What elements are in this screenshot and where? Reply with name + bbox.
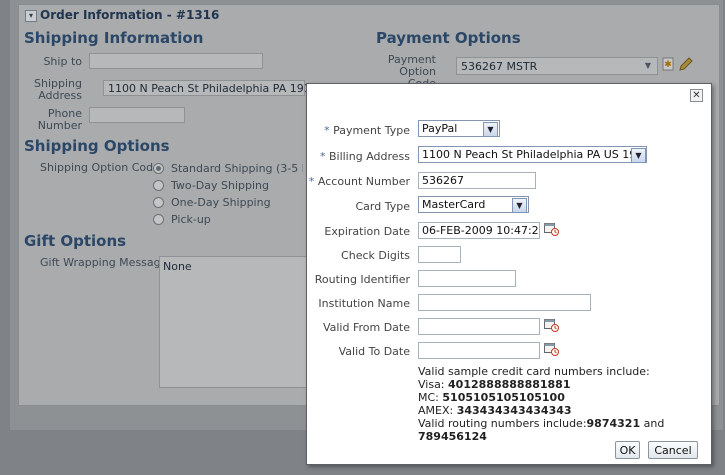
option-two-day-label: Two-Day Shipping: [171, 179, 270, 192]
dropdown-arrow-icon: ▼: [644, 61, 652, 70]
valid-from-input[interactable]: [418, 318, 540, 335]
phone-label-2: Number: [37, 119, 82, 132]
dropdown-arrow-icon[interactable]: ▼: [631, 148, 646, 163]
check-digits-input[interactable]: [418, 246, 461, 263]
gift-options-heading: Gift Options: [24, 232, 127, 250]
dropdown-arrow-icon[interactable]: ▼: [483, 122, 498, 137]
close-icon[interactable]: ✕: [690, 89, 703, 102]
shipping-option-code-label: Shipping Option Code: [40, 161, 160, 174]
radio-standard[interactable]: [153, 163, 164, 174]
gift-message-label: Gift Wrapping Message: [40, 256, 168, 269]
mc-number: 5105105105105100: [442, 391, 565, 404]
sample-numbers-note: Valid sample credit card numbers include…: [418, 365, 708, 443]
card-type-value: MasterCard: [422, 198, 486, 211]
routing-and: and: [643, 417, 665, 430]
routing-intro: Valid routing numbers include:: [418, 417, 587, 430]
payment-option-value: 536267 MSTR: [461, 60, 538, 73]
visa-number: 4012888888881881: [448, 378, 571, 391]
required-marker: *: [308, 175, 315, 188]
order-title: Order Information - #1316: [40, 8, 220, 22]
billing-address-label: * Billing Address: [307, 150, 410, 163]
valid-from-label: Valid From Date: [322, 321, 410, 334]
payment-type-value: PayPal: [422, 122, 458, 135]
valid-to-label: Valid To Date: [338, 345, 410, 358]
payment-option-select[interactable]: 536267 MSTR ▼: [456, 57, 658, 75]
shipping-heading: Shipping Information: [24, 29, 204, 47]
expiration-date-input[interactable]: 06-FEB-2009 10:47:21: [418, 222, 540, 239]
payment-dialog: ✕ * Payment Type PayPal ▼ * Billing Addr…: [306, 83, 712, 465]
visa-label: Visa:: [418, 378, 445, 391]
calendar-icon[interactable]: [544, 222, 559, 236]
expiration-date-label: Expiration Date: [324, 225, 410, 238]
billing-address-value: 1100 N Peach St Philadelphia PA US 19139: [422, 148, 647, 161]
billing-address-select[interactable]: 1100 N Peach St Philadelphia PA US 19139: [418, 146, 647, 163]
ok-button[interactable]: OK: [615, 441, 640, 459]
option-pickup-label: Pick-up: [171, 213, 211, 226]
edit-pencil-icon[interactable]: [677, 56, 693, 72]
option-standard-label: Standard Shipping (3-5 business days): [171, 162, 303, 175]
radio-two-day[interactable]: [153, 180, 164, 191]
radio-one-day[interactable]: [153, 197, 164, 208]
account-number-label: * Account Number: [307, 175, 410, 188]
cancel-button[interactable]: Cancel: [648, 441, 698, 459]
routing-identifier-label: Routing Identifier: [314, 273, 410, 286]
shipping-address-value: 1100 N Peach St Philadelphia PA 19139 US: [108, 82, 308, 95]
card-type-label: Card Type: [355, 200, 411, 213]
collapse-icon[interactable]: ▾: [25, 10, 37, 22]
note-mc: MC: 5105105105105100: [418, 391, 708, 404]
shipping-address-label-2: Address: [38, 89, 82, 102]
note-visa: Visa: 4012888888881881: [418, 378, 708, 391]
calendar-icon[interactable]: [544, 318, 559, 332]
amex-label: AMEX:: [418, 404, 454, 417]
check-digits-label: Check Digits: [341, 249, 410, 262]
add-icon[interactable]: ✱: [662, 56, 676, 72]
svg-text:✱: ✱: [664, 60, 672, 70]
phone-input[interactable]: [89, 107, 185, 123]
required-marker: *: [319, 150, 326, 163]
option-one-day-label: One-Day Shipping: [171, 196, 271, 209]
calendar-icon[interactable]: [544, 342, 559, 356]
gift-message-value: None: [163, 260, 192, 273]
account-number-label-text: Account Number: [317, 175, 410, 188]
expiration-date-value: 06-FEB-2009 10:47:21: [422, 224, 540, 237]
shipping-address-select[interactable]: 1100 N Peach St Philadelphia PA 19139 US: [103, 80, 308, 96]
gift-message-textarea[interactable]: None: [159, 256, 307, 388]
required-marker: *: [324, 124, 330, 137]
billing-address-label-text: Billing Address: [328, 150, 410, 163]
routing-number-1: 9874321: [586, 417, 641, 430]
shipping-options-heading: Shipping Options: [24, 137, 170, 155]
note-amex: AMEX: 343434343434343: [418, 404, 708, 417]
note-intro: Valid sample credit card numbers include…: [418, 365, 650, 378]
account-number-value: 536267: [422, 174, 464, 187]
routing-number-2: 789456124: [418, 430, 487, 443]
amex-number: 343434343434343: [456, 404, 572, 417]
radio-pickup[interactable]: [153, 214, 164, 225]
payment-type-label: * Payment Type: [307, 124, 410, 137]
payment-type-label-text: Payment Type: [333, 124, 410, 137]
institution-name-input[interactable]: [418, 294, 591, 311]
valid-to-input[interactable]: [418, 342, 540, 359]
routing-identifier-input[interactable]: [418, 270, 516, 287]
account-number-input[interactable]: 536267: [418, 172, 536, 189]
ship-to-label: Ship to: [43, 55, 82, 68]
mc-label: MC:: [418, 391, 439, 404]
dropdown-arrow-icon[interactable]: ▼: [512, 198, 527, 213]
ship-to-input[interactable]: [89, 53, 263, 69]
note-routing: Valid routing numbers include:9874321 an…: [418, 417, 708, 443]
payment-options-heading: Payment Options: [376, 29, 521, 47]
institution-name-label: Institution Name: [318, 297, 410, 310]
